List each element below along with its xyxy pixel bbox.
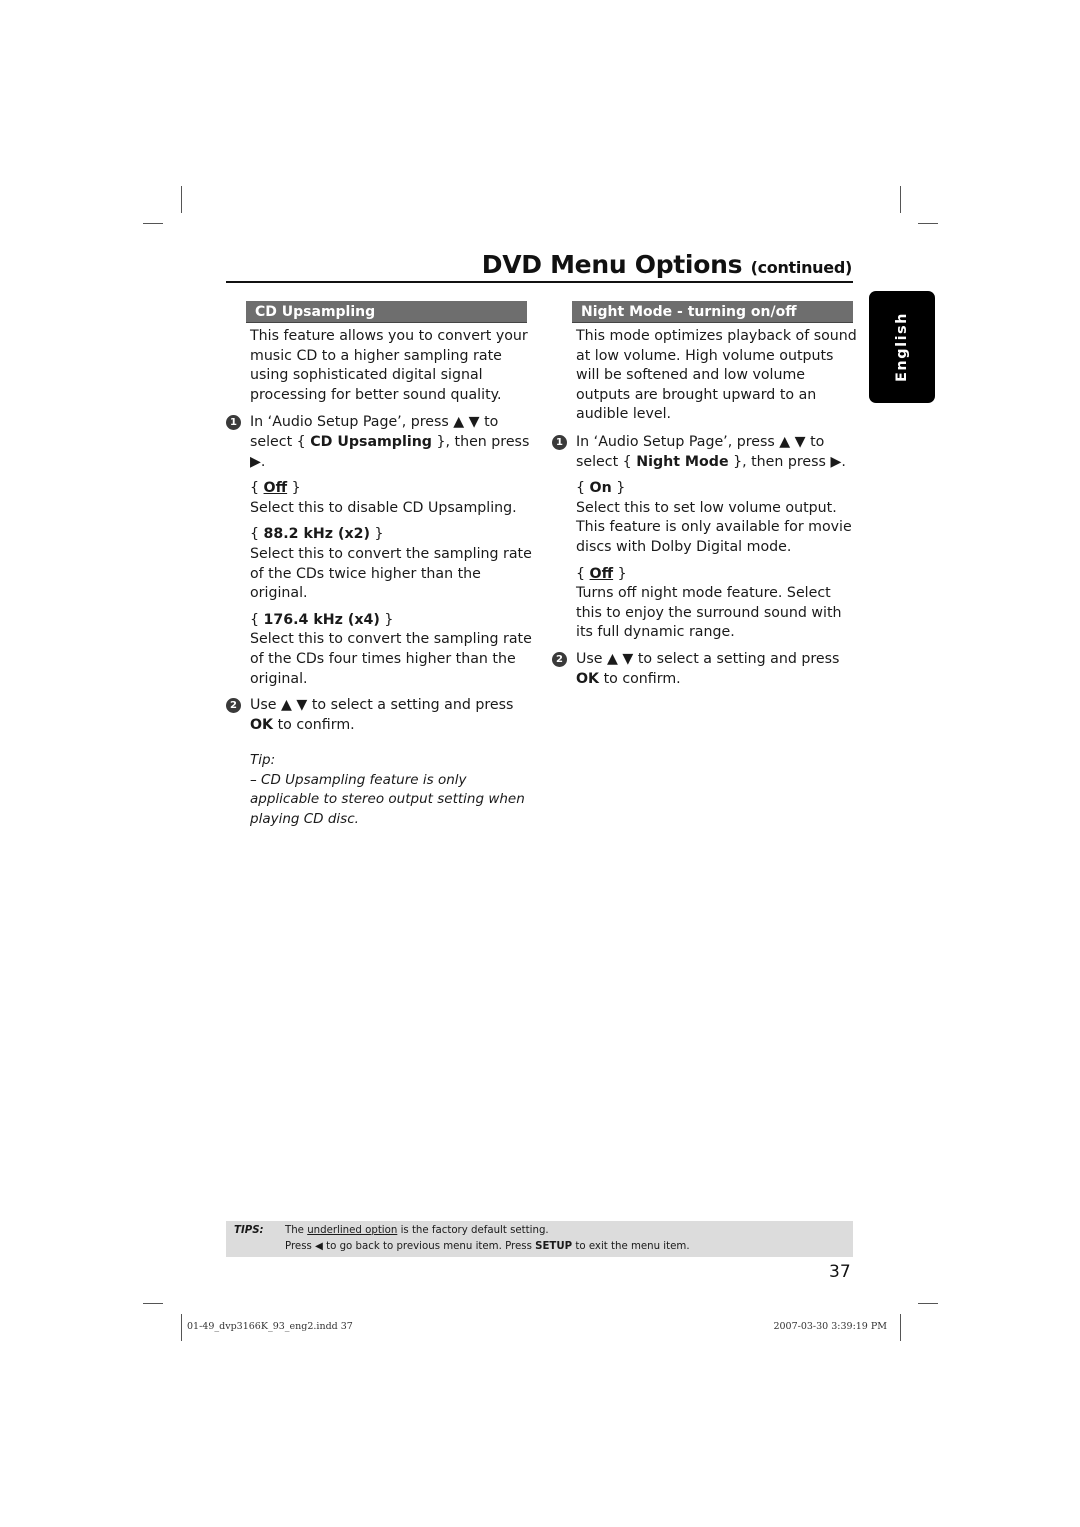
footer-filename: 01-49_dvp3166K_93_eng2.indd 37 [187,1321,353,1332]
crop-mark [918,1303,938,1304]
tips-line-2: Press ◀ to go back to previous menu item… [285,1239,690,1255]
option-description: Select this to set low volume output. Th… [576,499,852,555]
crop-mark [181,186,182,213]
option-label: Off [589,565,614,582]
page-number: 37 [829,1262,851,1282]
tips-underlined-text: underlined option [307,1225,398,1236]
step-number-icon: 2 [552,651,567,667]
step-number-icon: 1 [552,434,567,450]
step-number-icon: 2 [226,698,241,714]
step-text: Use ▲ ▼ to select a setting and press [576,650,840,667]
tips-label: TIPS: [234,1225,264,1236]
step-text: to confirm. [599,670,681,687]
crop-mark [900,1314,901,1341]
step-menu-item: CD Upsampling [310,433,432,450]
tips-text: is the factory default setting. [397,1225,549,1236]
step-text: to confirm. [273,716,355,733]
step-2: 2 Use ▲ ▼ to select a setting and press … [226,696,535,735]
step-text: Use ▲ ▼ to select a setting and press [250,697,514,714]
page-title-text: DVD Menu Options [481,250,743,279]
step-text: }, then press ▶. [728,453,846,470]
tip-label: Tip: [250,752,276,769]
tip-text: – CD Upsampling feature is only applicab… [250,771,525,827]
option-description: Select this to convert the sampling rate… [250,631,532,687]
step-menu-item: Night Mode [636,453,729,470]
option-label: On [589,480,612,497]
tips-text: to exit the menu item. [572,1240,690,1252]
option-label: 176.4 kHz (x4) [263,611,380,628]
option-label: 88.2 kHz (x2) [263,526,370,543]
option-label: Off [263,480,288,497]
option-176khz: { 176.4 kHz (x4) } [250,611,394,628]
ok-key-label: OK [576,670,600,687]
setup-key-label: SETUP [535,1240,573,1252]
step-number-icon: 1 [226,415,241,431]
footer-timestamp: 2007-03-30 3:39:19 PM [773,1321,887,1332]
crop-mark [143,1303,163,1304]
option-description: Turns off night mode feature. Select thi… [576,585,842,641]
crop-mark [918,223,938,224]
option-off: { Off } [576,565,627,582]
page-title: DVD Menu Options (continued) [481,250,853,279]
tips-line-1: The underlined option is the factory def… [285,1223,549,1239]
section-header-night-mode: Night Mode - turning on/off [572,301,853,323]
option-88khz: { 88.2 kHz (x2) } [250,526,384,543]
tips-bar: TIPS: The underlined option is the facto… [226,1221,853,1257]
step-2: 2 Use ▲ ▼ to select a setting and press … [552,650,858,689]
night-mode-intro: This mode optimizes playback of sound at… [576,328,857,423]
night-mode-column: This mode optimizes playback of sound at… [552,327,858,696]
step-1: 1 In ‘Audio Setup Page’, press ▲ ▼ to se… [226,413,535,472]
page-title-suffix: (continued) [750,258,853,277]
tips-text: Press ◀ to go back to previous menu item… [285,1240,536,1252]
cd-upsampling-intro: This feature allows you to convert your … [250,328,528,403]
cd-upsampling-column: This feature allows you to convert your … [226,327,535,829]
crop-mark [900,186,901,213]
option-description: Select this to disable CD Upsampling. [250,499,517,516]
option-off: { Off } [250,480,301,497]
option-on: { On } [576,480,626,497]
title-rule [226,281,853,283]
section-header-cd-upsampling: CD Upsampling [246,301,527,323]
option-description: Select this to convert the sampling rate… [250,545,532,602]
language-tab: English [869,291,935,403]
step-1: 1 In ‘Audio Setup Page’, press ▲ ▼ to se… [552,433,858,472]
crop-mark [143,223,163,224]
crop-mark [181,1314,182,1341]
tips-text: The [285,1225,308,1236]
language-tab-label: English [894,311,910,383]
ok-key-label: OK [250,716,274,733]
